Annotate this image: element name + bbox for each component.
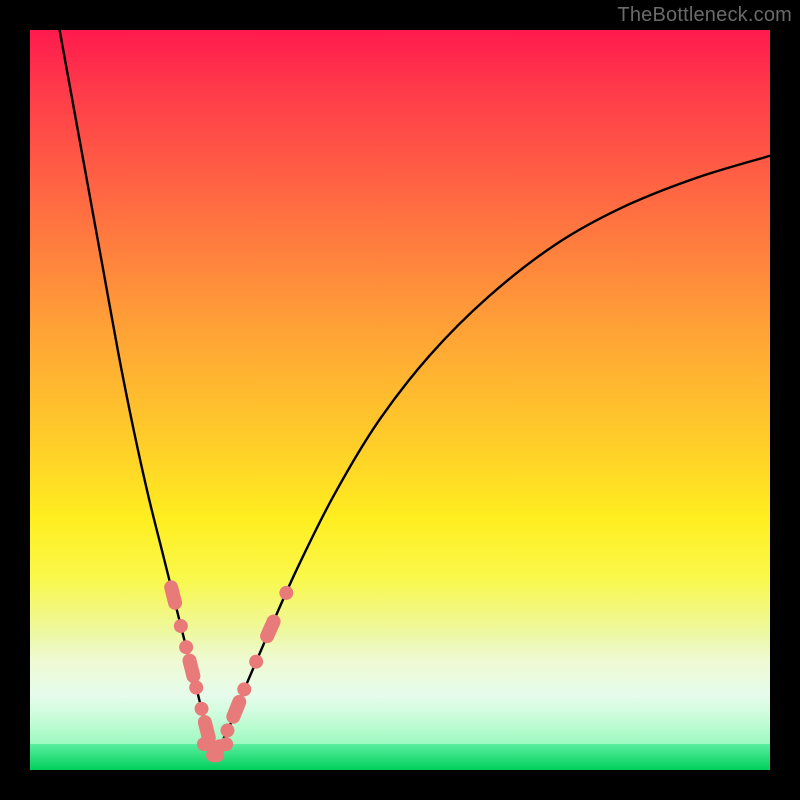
curve-bead [178, 639, 195, 656]
curve-path [60, 30, 770, 758]
curve-bead [181, 652, 202, 684]
curve-bead [163, 579, 184, 611]
watermark-text: TheBottleneck.com [617, 4, 792, 27]
curve-beads-group [163, 579, 296, 762]
curve-bead [247, 652, 265, 670]
curve-bead [188, 679, 205, 696]
curve-bead [172, 618, 189, 635]
green-bottom-band [30, 744, 770, 770]
bottleneck-curve [30, 30, 770, 770]
curve-bead [258, 612, 283, 645]
curve-bead [224, 693, 248, 726]
curve-bead [193, 700, 210, 717]
chart-canvas [30, 30, 770, 770]
curve-bead [277, 584, 295, 602]
pale-gradient-band [30, 634, 770, 744]
curve-bead [196, 714, 217, 746]
curve-bead [235, 680, 253, 698]
curve-bead [218, 721, 237, 740]
